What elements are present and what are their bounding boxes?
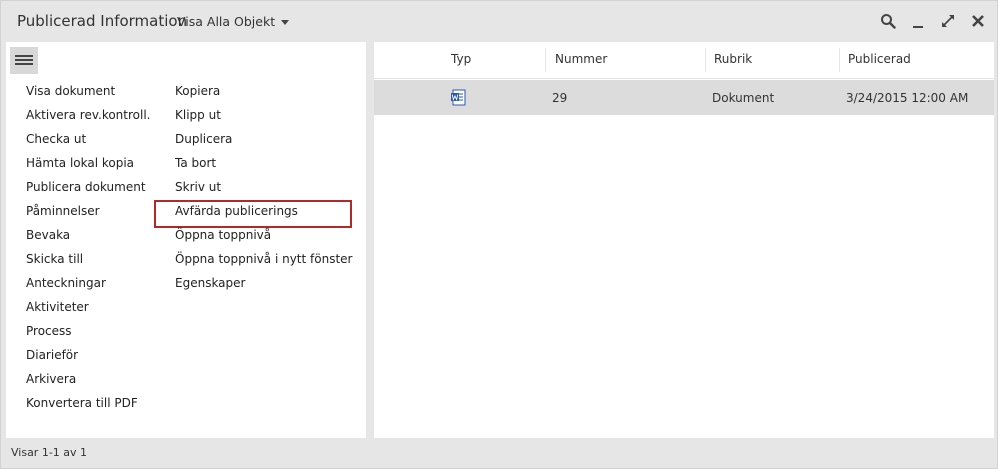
menu-item-konvertera-till-pdf[interactable]: Konvertera till PDF <box>26 394 151 418</box>
menu-item-diarieför[interactable]: Diarieför <box>26 346 151 370</box>
menu-item-klipp-ut[interactable]: Klipp ut <box>175 106 352 130</box>
menu-item-aktivera-rev-kontroll[interactable]: Aktivera rev.kontroll. <box>26 106 151 130</box>
search-icon[interactable] <box>880 13 896 29</box>
close-icon[interactable] <box>970 13 986 29</box>
titlebar: Publicerad Information Visa Alla Objekt <box>1 1 997 41</box>
word-document-icon <box>450 89 467 106</box>
menu-column-1: Visa dokument Aktivera rev.kontroll. Che… <box>26 82 151 418</box>
published-info-window: Publicerad Information Visa Alla Objekt … <box>0 0 998 469</box>
menu-item-egenskaper[interactable]: Egenskaper <box>175 274 352 298</box>
expand-icon[interactable] <box>940 13 956 29</box>
column-header-nummer[interactable]: Nummer <box>555 52 607 66</box>
column-divider <box>839 48 840 72</box>
cell-publicerad: 3/24/2015 12:00 AM <box>846 91 969 105</box>
view-filter-dropdown[interactable]: Visa Alla Objekt <box>177 14 290 29</box>
cell-nummer: 29 <box>552 91 568 105</box>
column-header-typ[interactable]: Typ <box>451 52 471 66</box>
view-filter-label: Visa Alla Objekt <box>177 14 276 29</box>
menu-item-duplicera[interactable]: Duplicera <box>175 130 352 154</box>
menu-item-paminnelser[interactable]: Påminnelser <box>26 202 151 226</box>
menu-item-visa-dokument[interactable]: Visa dokument <box>26 82 151 106</box>
menu-item-process[interactable]: Process <box>26 322 151 346</box>
menu-item-publicera-dokument[interactable]: Publicera dokument <box>26 178 151 202</box>
table-row[interactable]: 29 Dokument 3/24/2015 12:00 AM <box>374 80 994 115</box>
menu-column-2: Kopiera Klipp ut Duplicera Ta bort Skriv… <box>154 82 352 298</box>
minimize-icon[interactable] <box>910 13 926 29</box>
menu-item-checka-ut[interactable]: Checka ut <box>26 130 151 154</box>
status-bar: Visar 1-1 av 1 <box>1 439 997 468</box>
menu-item-bevaka[interactable]: Bevaka <box>26 226 151 250</box>
column-header-publicerad[interactable]: Publicerad <box>848 52 911 66</box>
menu-item-skriv-ut[interactable]: Skriv ut <box>175 178 352 202</box>
menu-item-aktiviteter[interactable]: Aktiviteter <box>26 298 151 322</box>
menu-item-ta-bort[interactable]: Ta bort <box>175 154 352 178</box>
menu-item-avfarda-publicerings[interactable]: Avfärda publicerings <box>154 200 352 228</box>
table-header: Typ Nummer Rubrik Publicerad <box>374 42 994 79</box>
column-divider <box>545 48 546 72</box>
window-title: Publicerad Information <box>17 12 188 30</box>
column-header-rubrik[interactable]: Rubrik <box>714 52 752 66</box>
cell-rubrik: Dokument <box>712 91 775 105</box>
menu-item-oppna-toppniva[interactable]: Öppna toppnivå <box>175 226 352 250</box>
menu-item-oppna-toppniva-nytt-fonster[interactable]: Öppna toppnivå i nytt fönster <box>175 250 352 274</box>
menu-item-skicka-till[interactable]: Skicka till <box>26 250 151 274</box>
menu-item-anteckningar[interactable]: Anteckningar <box>26 274 151 298</box>
hamburger-menu-icon[interactable] <box>10 47 38 74</box>
menu-item-kopiera[interactable]: Kopiera <box>175 82 352 106</box>
actions-menu-panel: Visa dokument Aktivera rev.kontroll. Che… <box>6 42 366 438</box>
results-grid: Typ Nummer Rubrik Publicerad 29 Dokument <box>374 42 994 438</box>
record-count: Visar 1-1 av 1 <box>11 446 88 459</box>
chevron-down-icon <box>281 19 290 25</box>
column-divider <box>705 48 706 72</box>
menu-item-hamta-lokal-kopia[interactable]: Hämta lokal kopia <box>26 154 151 178</box>
menu-item-arkivera[interactable]: Arkivera <box>26 370 151 394</box>
